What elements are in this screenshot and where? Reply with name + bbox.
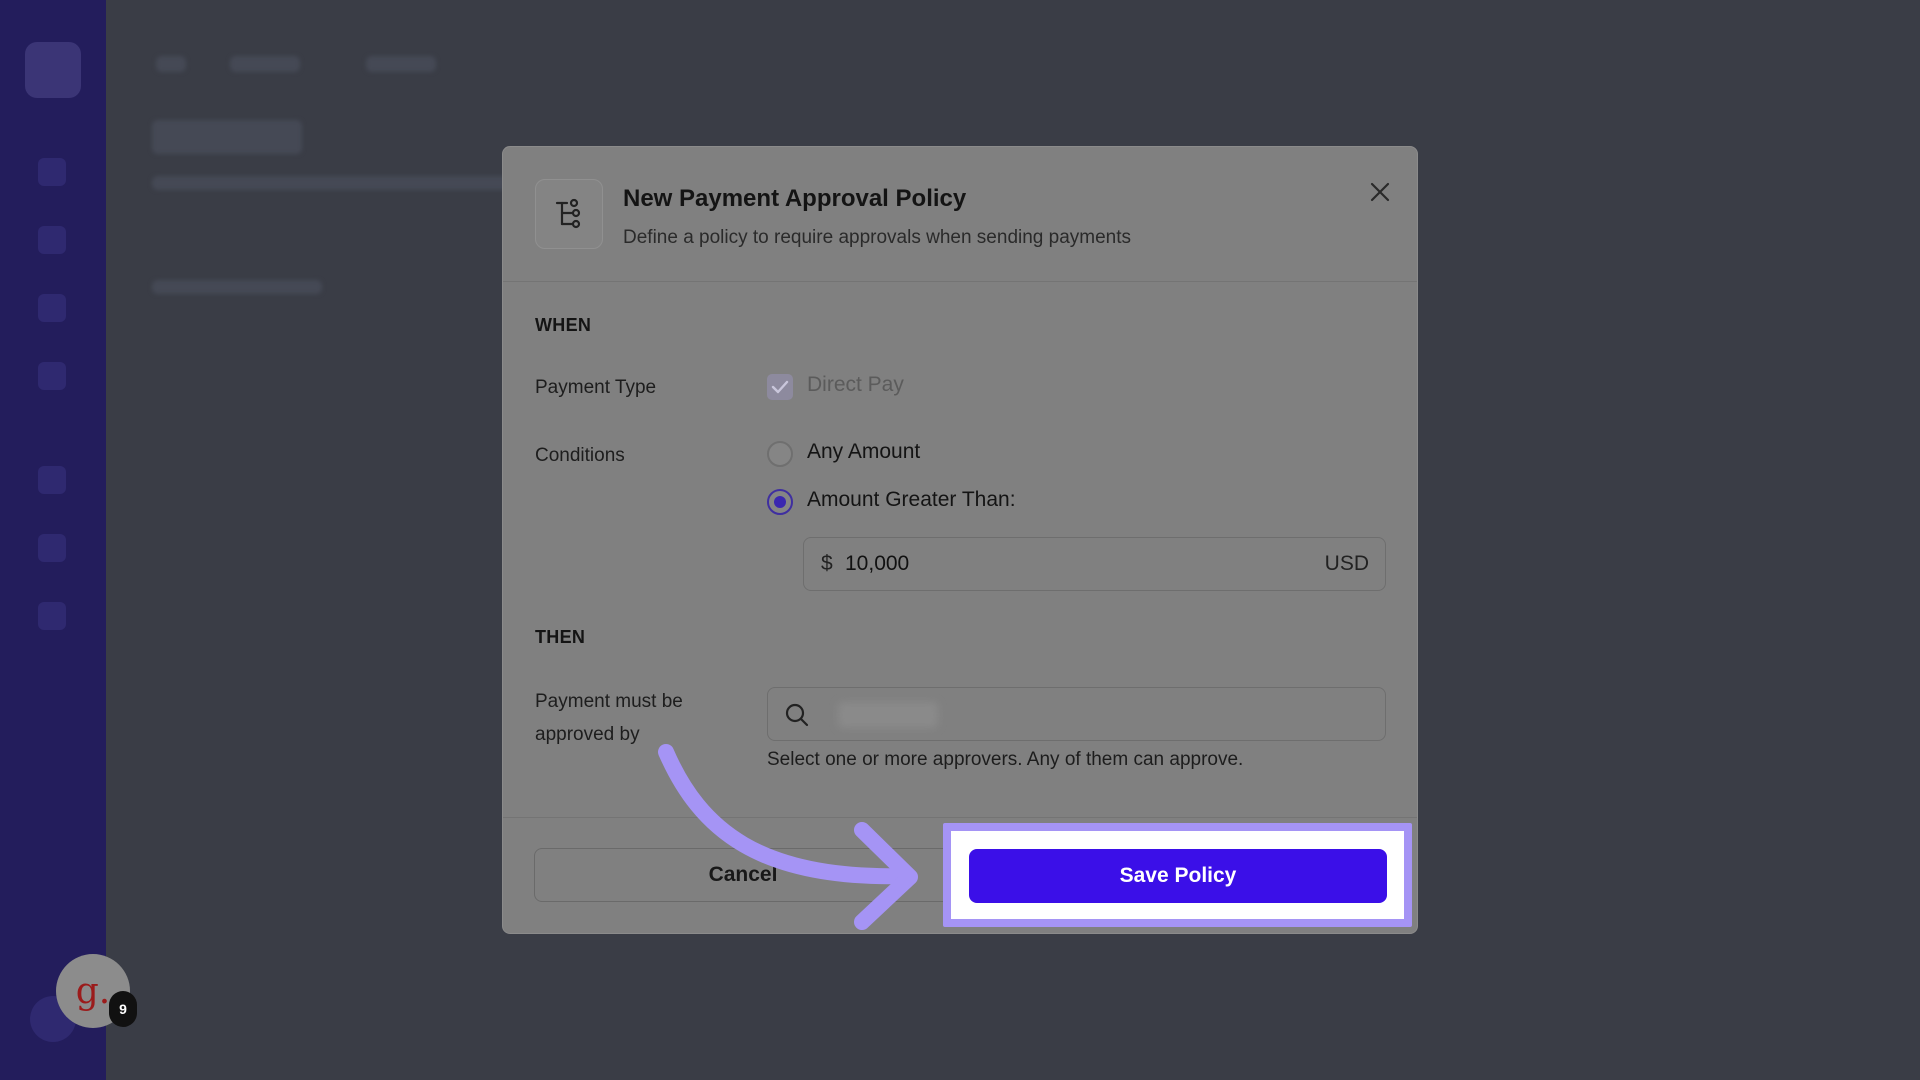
amount-greater-than-label: Amount Greater Than: xyxy=(807,488,1016,511)
then-section-label: THEN xyxy=(535,627,586,647)
modal-header: New Payment Approval Policy Define a pol… xyxy=(503,147,1417,282)
tree-structure-icon xyxy=(535,179,603,249)
sidebar-nav-item[interactable] xyxy=(38,294,66,322)
close-button[interactable] xyxy=(1363,175,1397,209)
save-policy-button[interactable]: Save Policy xyxy=(969,849,1387,903)
amount-greater-than-radio[interactable] xyxy=(767,489,793,515)
page-title xyxy=(152,120,302,154)
currency-symbol: $ xyxy=(821,552,833,575)
modal-subtitle: Define a policy to require approvals whe… xyxy=(623,227,1132,248)
direct-pay-label: Direct Pay xyxy=(807,373,904,396)
amount-value: 10,000 xyxy=(845,552,910,575)
approvers-label: Payment must be approved by xyxy=(535,685,683,751)
sidebar-nav-item[interactable] xyxy=(38,534,66,562)
currency-code: USD xyxy=(1324,552,1369,575)
tab-label xyxy=(152,280,322,294)
search-icon xyxy=(784,702,810,733)
sidebar xyxy=(0,0,106,1080)
sidebar-nav-item[interactable] xyxy=(38,226,66,254)
checkmark-icon xyxy=(771,380,789,394)
when-section-label: WHEN xyxy=(535,315,592,335)
amount-input[interactable]: $ 10,000 USD xyxy=(803,537,1386,591)
page-description xyxy=(152,176,512,190)
conditions-label: Conditions xyxy=(535,445,625,466)
breadcrumb xyxy=(366,56,436,72)
sidebar-nav-item[interactable] xyxy=(38,362,66,390)
breadcrumb xyxy=(230,56,300,72)
direct-pay-checkbox[interactable] xyxy=(767,374,793,400)
any-amount-radio[interactable] xyxy=(767,441,793,467)
sidebar-nav-item[interactable] xyxy=(38,158,66,186)
breadcrumb xyxy=(156,56,186,72)
selected-approver-chip[interactable] xyxy=(838,702,938,728)
approvers-helper-text: Select one or more approvers. Any of the… xyxy=(767,749,1244,770)
approver-search-input[interactable] xyxy=(767,687,1386,741)
any-amount-label: Any Amount xyxy=(807,440,921,463)
policy-modal: New Payment Approval Policy Define a pol… xyxy=(502,146,1418,934)
sidebar-nav-item[interactable] xyxy=(38,466,66,494)
approvers-label-line2: approved by xyxy=(535,724,640,745)
app-logo xyxy=(25,42,81,98)
sidebar-nav-item[interactable] xyxy=(38,602,66,630)
notification-badge: 9 xyxy=(109,991,137,1027)
payment-type-label: Payment Type xyxy=(535,377,657,398)
modal-title: New Payment Approval Policy xyxy=(623,185,967,212)
approvers-label-line1: Payment must be xyxy=(535,691,683,712)
close-icon xyxy=(1370,182,1390,202)
cancel-button[interactable]: Cancel xyxy=(534,848,952,902)
